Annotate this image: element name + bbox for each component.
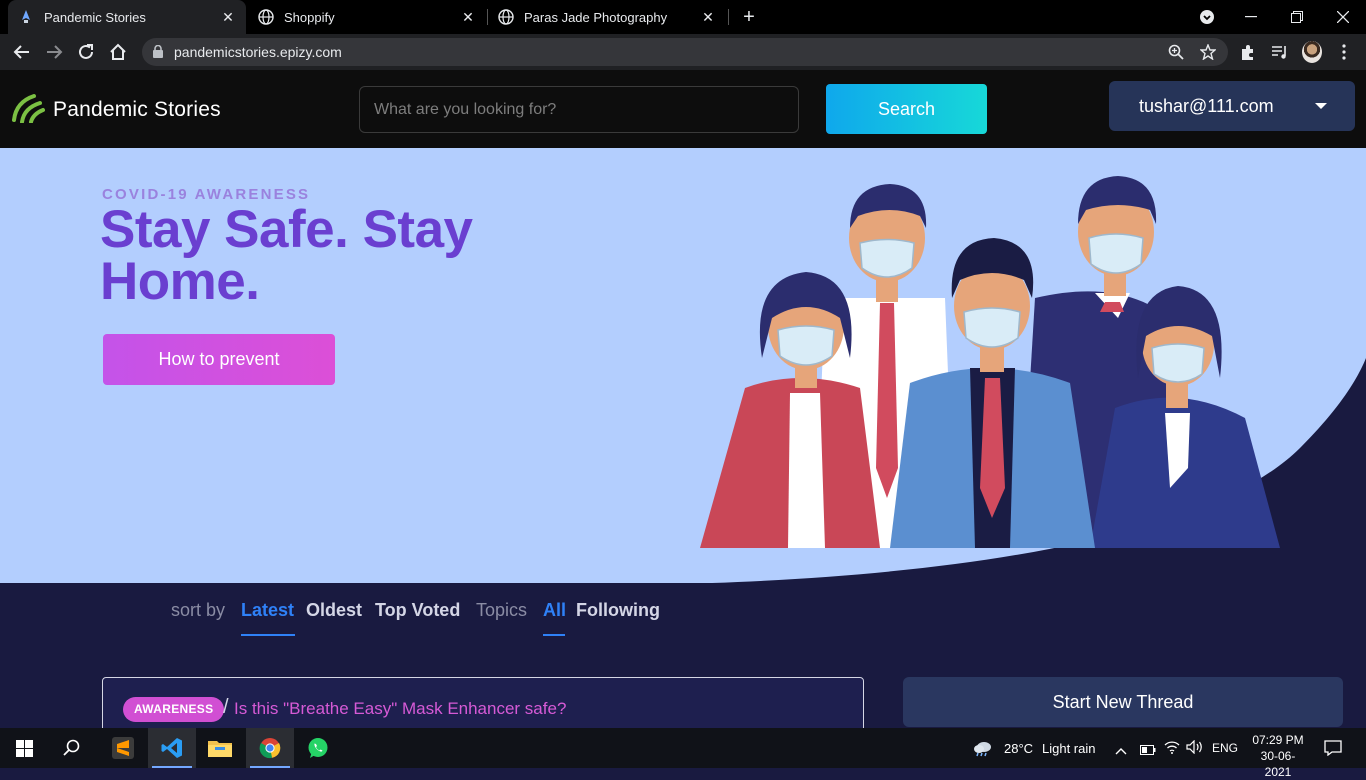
- active-sort-underline: [241, 634, 295, 636]
- tab-title: Paras Jade Photography: [524, 9, 668, 25]
- url-text[interactable]: pandemicstories.epizy.com: [174, 44, 342, 60]
- close-tab-icon[interactable]: ✕: [460, 9, 476, 26]
- tab-title: Pandemic Stories: [44, 9, 146, 25]
- topic-following[interactable]: Following: [576, 600, 660, 621]
- back-button[interactable]: [8, 38, 36, 66]
- lock-icon[interactable]: [153, 44, 163, 63]
- language-indicator[interactable]: ENG: [1212, 741, 1238, 755]
- volume-icon[interactable]: [1186, 739, 1204, 759]
- browser-tab-bar: Pandemic Stories ✕ Shoppify ✕ Paras Jade…: [0, 0, 1366, 34]
- brand-logo-icon[interactable]: [12, 92, 45, 128]
- weather-description[interactable]: Light rain: [1042, 741, 1095, 756]
- user-menu-button[interactable]: tushar@111.com: [1109, 81, 1355, 131]
- globe-icon: [258, 9, 274, 25]
- zoom-icon[interactable]: [1168, 44, 1184, 60]
- vscode-icon[interactable]: [148, 728, 196, 768]
- tab-divider: [728, 9, 729, 25]
- caret-down-icon: [1315, 103, 1327, 109]
- tab-title: Shoppify: [284, 9, 335, 25]
- profile-avatar[interactable]: [1302, 41, 1322, 63]
- restore-button[interactable]: [1274, 0, 1320, 34]
- globe-icon: [498, 9, 514, 25]
- hero-headline: Stay Safe. Stay Home.: [100, 200, 473, 311]
- browser-toolbar: pandemicstories.epizy.com: [0, 34, 1366, 70]
- person-center: [890, 238, 1095, 548]
- whatsapp-icon[interactable]: [294, 728, 342, 768]
- search-input[interactable]: [359, 86, 799, 133]
- sort-top-voted[interactable]: Top Voted: [375, 600, 460, 621]
- sort-bar: sort by Latest Oldest Top Voted Topics A…: [0, 583, 1366, 643]
- masked-people-illustration: [700, 176, 1280, 548]
- new-tab-button[interactable]: +: [738, 5, 760, 29]
- close-tab-icon[interactable]: ✕: [700, 9, 716, 26]
- thread-title-link[interactable]: Is this "Breathe Easy" Mask Enhancer saf…: [234, 699, 566, 719]
- sort-oldest[interactable]: Oldest: [306, 600, 362, 621]
- tray-chevron-up-icon[interactable]: [1115, 742, 1127, 760]
- topic-all[interactable]: All: [543, 600, 566, 621]
- reload-button[interactable]: [72, 38, 100, 66]
- media-control-icon[interactable]: [1270, 42, 1290, 62]
- close-window-button[interactable]: [1320, 0, 1366, 34]
- topics-label: Topics: [476, 600, 528, 620]
- sublime-text-icon[interactable]: [99, 728, 147, 768]
- thread-tag-badge[interactable]: AWARENESS: [123, 697, 225, 722]
- notifications-icon[interactable]: [1324, 740, 1342, 761]
- battery-icon[interactable]: [1140, 742, 1156, 760]
- taskbar-search-icon[interactable]: [48, 728, 96, 768]
- clock-date: 30-06-2021: [1260, 749, 1296, 779]
- sort-by-label: sort by: [171, 600, 226, 620]
- taskbar-clock[interactable]: 07:29 PM 30-06-2021: [1248, 732, 1308, 780]
- hero-banner: COVID-19 AWARENESS Stay Safe. Stay Home.…: [0, 148, 1366, 583]
- tab-search-button[interactable]: [1184, 0, 1230, 34]
- close-tab-icon[interactable]: ✕: [220, 9, 236, 26]
- active-topic-underline: [543, 634, 565, 636]
- wifi-icon[interactable]: [1164, 740, 1180, 759]
- address-bar[interactable]: pandemicstories.epizy.com: [142, 38, 1228, 66]
- tab-paras-jade[interactable]: Paras Jade Photography ✕: [488, 0, 726, 34]
- clock-time: 07:29 PM: [1252, 733, 1304, 747]
- more-menu-icon[interactable]: [1334, 42, 1354, 62]
- chrome-icon[interactable]: [246, 728, 294, 768]
- site-header: Pandemic Stories Search tushar@111.com: [0, 70, 1366, 148]
- extensions-icon[interactable]: [1238, 42, 1258, 62]
- minimize-button[interactable]: [1228, 0, 1274, 34]
- weather-cloud-icon[interactable]: [972, 739, 994, 762]
- bookmark-star-icon[interactable]: [1199, 43, 1217, 61]
- windows-taskbar: 28°C Light rain ENG 07:29 PM 30-06-2021: [0, 728, 1366, 779]
- tag-separator: /: [223, 696, 229, 718]
- forward-button[interactable]: [40, 38, 68, 66]
- site-favicon-icon: [18, 9, 34, 25]
- start-button[interactable]: [0, 728, 48, 768]
- brand-name[interactable]: Pandemic Stories: [53, 98, 221, 122]
- file-explorer-icon[interactable]: [196, 728, 244, 768]
- search-button[interactable]: Search: [826, 84, 987, 134]
- tab-shoppify[interactable]: Shoppify ✕: [248, 0, 486, 34]
- tab-pandemic-stories[interactable]: Pandemic Stories ✕: [8, 0, 246, 34]
- how-to-prevent-button[interactable]: How to prevent: [103, 334, 335, 385]
- weather-temperature[interactable]: 28°C: [1004, 741, 1033, 756]
- user-email: tushar@111.com: [1139, 95, 1274, 116]
- home-button[interactable]: [104, 38, 132, 66]
- start-new-thread-button[interactable]: Start New Thread: [903, 677, 1343, 727]
- brand[interactable]: Pandemic Stories: [12, 92, 221, 128]
- sort-latest[interactable]: Latest: [241, 600, 294, 621]
